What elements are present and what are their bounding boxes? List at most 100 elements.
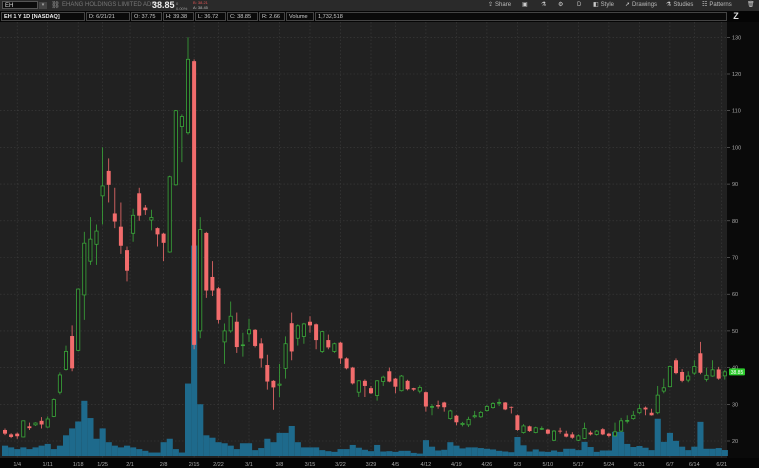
candle-up	[704, 374, 709, 380]
candle-down	[423, 392, 428, 407]
candle-down	[143, 207, 148, 211]
candle-up	[173, 110, 178, 186]
candle-down	[503, 402, 508, 410]
candle-up	[64, 351, 69, 370]
candle-up	[45, 418, 50, 428]
cursor-icon: ➚	[625, 2, 631, 8]
volume-bar	[313, 447, 320, 456]
volume-bar	[50, 449, 57, 456]
volume-bar	[142, 450, 149, 456]
volume-bar	[398, 450, 405, 456]
symbol-dropdown-button[interactable]: ▾	[39, 2, 47, 9]
candle-down	[70, 336, 75, 369]
share-icon: ⇪	[488, 2, 494, 8]
volume-bar	[8, 447, 15, 456]
volume-bar	[282, 432, 289, 456]
volume-bar	[117, 447, 124, 456]
last-price-tag-label: 38.85	[731, 370, 744, 376]
candle-up	[33, 422, 38, 426]
volume-bar	[697, 421, 704, 456]
drawings-button[interactable]: ➚ Drawings	[622, 0, 660, 11]
last-price: 38.85	[152, 0, 175, 10]
candle-up	[185, 58, 190, 134]
volume-bar	[380, 451, 387, 456]
candle-down	[698, 353, 703, 373]
volume-bar	[429, 446, 436, 456]
volume-bar	[355, 447, 362, 456]
candle-down	[570, 434, 575, 438]
volume-bar	[532, 449, 539, 456]
volume-bar	[294, 442, 301, 456]
date-tick-label: 4/26	[482, 462, 493, 468]
volume-bar	[264, 438, 271, 456]
share-button[interactable]: ⇪ Share	[485, 0, 514, 11]
candle-up	[655, 394, 660, 414]
flask-button[interactable]: ⚗	[538, 0, 551, 11]
candle-up	[240, 344, 245, 347]
volume-bar	[154, 452, 161, 456]
date-tick-label: 5/3	[514, 462, 522, 468]
date-tick-label: 3/22	[335, 462, 346, 468]
volume-bar	[258, 448, 265, 456]
candle-up	[429, 406, 434, 408]
candle-up	[484, 406, 489, 411]
volume-bar	[215, 442, 222, 456]
price-tick-label: 80	[732, 219, 738, 225]
candle-up	[179, 116, 184, 127]
candle-up	[283, 343, 288, 369]
zoom-icon[interactable]: Z	[731, 11, 741, 21]
date-tick-label: 3/8	[276, 462, 284, 468]
flask-icon: ⚗	[666, 2, 672, 8]
date-tick-label: 1/4	[13, 462, 21, 468]
volume-bar	[288, 425, 295, 456]
link-icon[interactable]: ⛓	[51, 0, 60, 11]
flask-icon: ⚗	[541, 2, 547, 8]
volume-bar	[124, 445, 131, 456]
volume-bar	[307, 447, 314, 456]
patterns-button[interactable]: ☷ Patterns	[699, 0, 735, 11]
top-toolbar: EH ▾ ⛓ EHANG HOLDINGS LIMITED ADR 38.85 …	[0, 0, 759, 11]
period-button[interactable]: D	[574, 0, 584, 11]
candle-down	[564, 433, 569, 437]
symbol-input[interactable]: EH	[2, 1, 38, 9]
volume-bar	[221, 443, 228, 456]
volume-bar	[435, 450, 442, 456]
volume-bar	[673, 440, 680, 456]
volume-bar	[105, 442, 112, 456]
price-tick-label: 60	[732, 292, 738, 298]
candle-down	[387, 371, 392, 382]
candle-down	[289, 323, 294, 352]
volume-bar	[679, 446, 686, 456]
candle-up	[472, 415, 477, 418]
volume-bar	[642, 447, 649, 456]
volume-bar	[508, 452, 515, 456]
patterns-icon: ☷	[702, 2, 708, 8]
detach-button[interactable]: ▣	[519, 0, 533, 11]
settings-button[interactable]: ⚙	[555, 0, 568, 11]
candle-up	[277, 383, 282, 386]
info-range: R: 2.66	[259, 12, 285, 21]
delete-button[interactable]: 🗑	[744, 0, 759, 11]
candle-down	[649, 412, 654, 416]
price-chart[interactable]: 20304050607080901001101201301/41/111/181…	[0, 22, 759, 468]
candle-down	[265, 365, 270, 382]
candle-up	[661, 387, 666, 392]
volume-bar	[447, 442, 454, 456]
candle-down	[527, 426, 532, 432]
candle-up	[619, 420, 624, 432]
volume-bar	[368, 451, 375, 456]
candle-down	[112, 213, 117, 222]
volume-bar	[325, 451, 332, 456]
candle-down	[509, 406, 514, 408]
volume-bar	[544, 451, 551, 456]
price-tick-label: 110	[732, 109, 741, 115]
chevron-down-icon: ▾	[41, 2, 45, 8]
style-button[interactable]: ◧ Style	[590, 0, 617, 11]
date-tick-label: 5/17	[573, 462, 584, 468]
candle-down	[3, 429, 7, 434]
price-tick-label: 100	[732, 145, 741, 151]
candle-up	[667, 366, 672, 388]
candle-up	[613, 431, 618, 437]
company-name: EHANG HOLDINGS LIMITED ADR	[62, 2, 156, 8]
studies-button[interactable]: ⚗ Studies	[663, 0, 696, 11]
